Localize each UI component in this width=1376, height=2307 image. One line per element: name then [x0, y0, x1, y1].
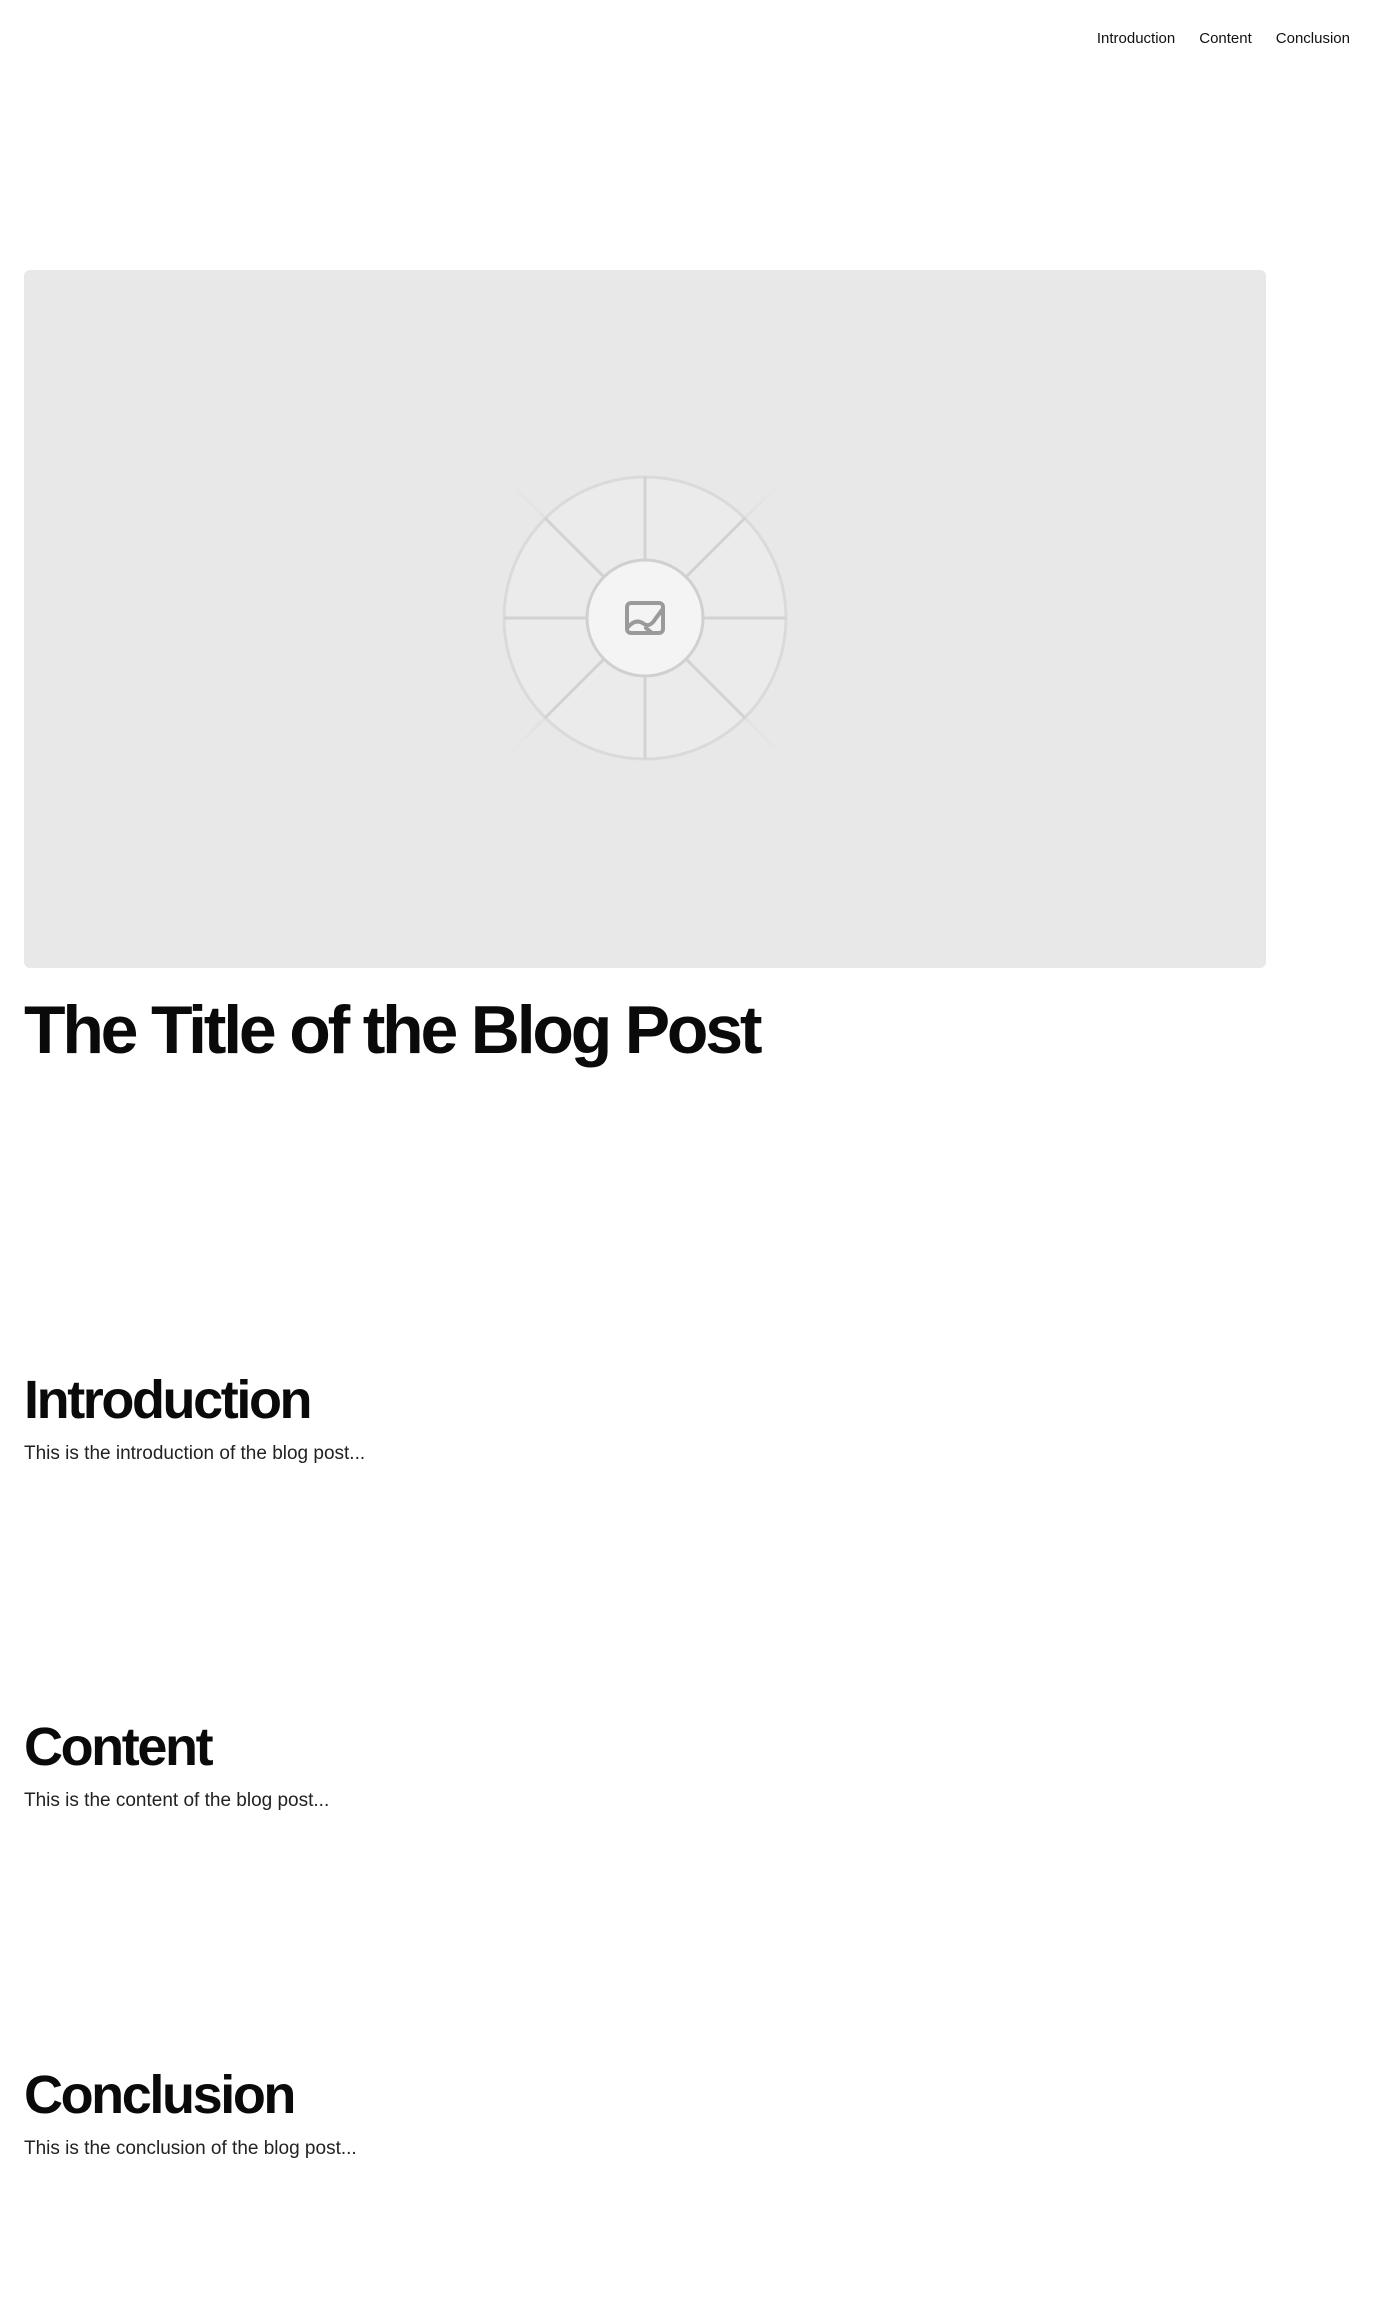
nav-link-content[interactable]: Content	[1199, 27, 1252, 51]
nav-link-conclusion[interactable]: Conclusion	[1276, 27, 1350, 51]
post-title: The Title of the Blog Post	[24, 992, 763, 1068]
top-nav: Introduction Content Conclusion	[1097, 27, 1350, 51]
conclusion-heading: Conclusion	[24, 2065, 296, 2125]
introduction-body: This is the introduction of the blog pos…	[24, 1443, 366, 1464]
introduction-heading: Introduction	[24, 1370, 313, 1430]
introduction-section: Introduction This is the introduction of…	[24, 1368, 1264, 1468]
content-heading: Content	[24, 1717, 214, 1777]
conclusion-body: This is the conclusion of the blog post.…	[24, 2138, 357, 2159]
content-body: This is the content of the blog post...	[24, 1790, 330, 1811]
nav-link-introduction[interactable]: Introduction	[1097, 27, 1175, 51]
conclusion-section: Conclusion This is the conclusion of the…	[24, 2063, 1264, 2163]
image-placeholder-icon	[445, 418, 845, 818]
content-section: Content This is the content of the blog …	[24, 1715, 1264, 1815]
hero-image-placeholder	[24, 270, 1266, 968]
